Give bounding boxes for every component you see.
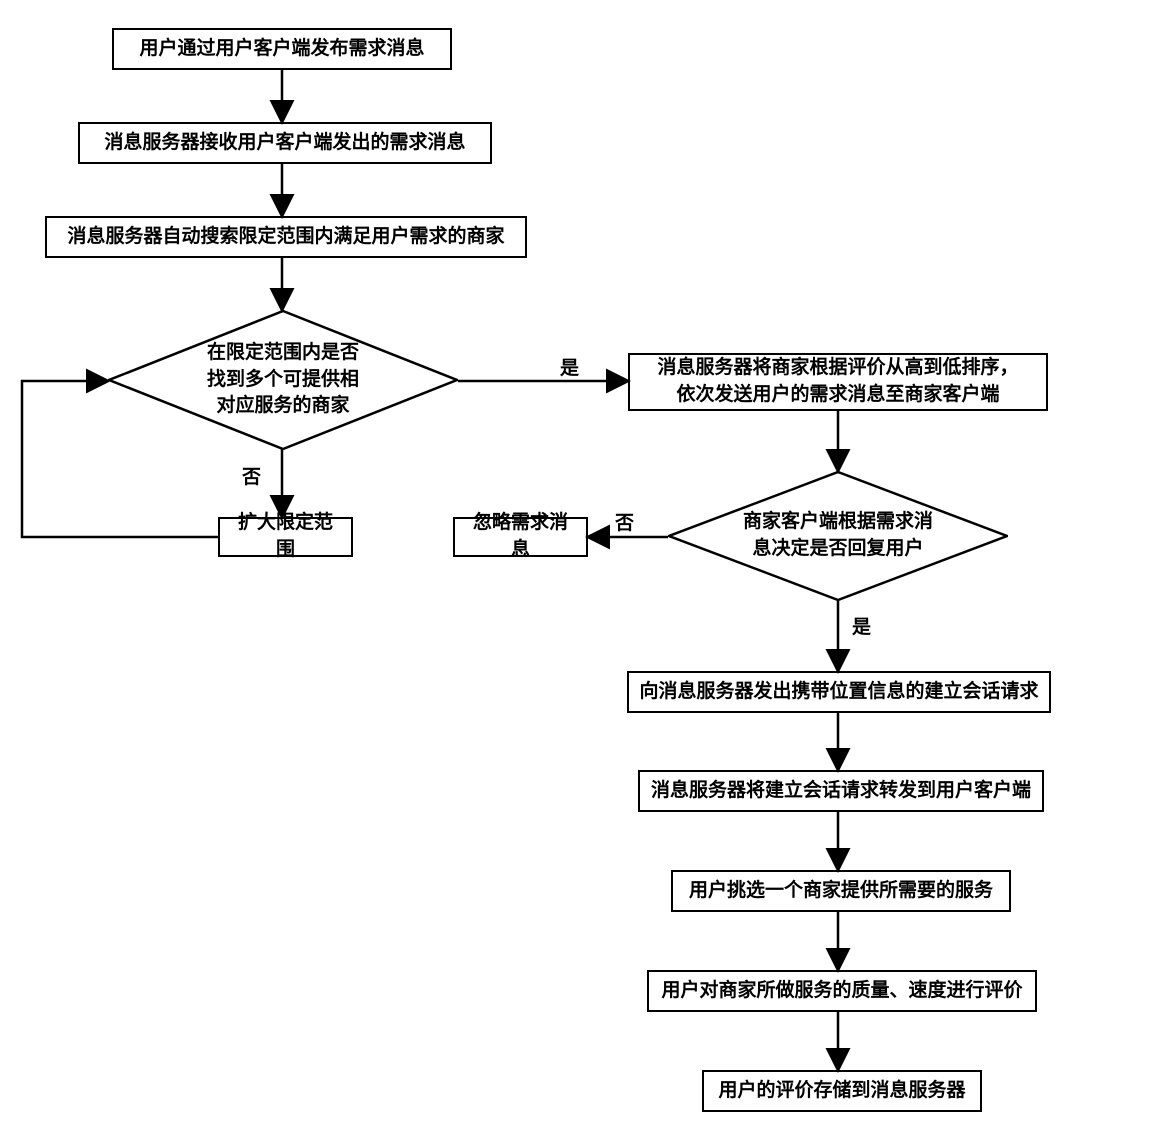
box-expand-range: 扩大限定范围 xyxy=(218,517,353,557)
text-n7: 向消息服务器发出携带位置信息的建立会话请求 xyxy=(639,679,1038,706)
box-sort-send: 消息服务器将商家根据评价从高到低排序， 依次发送用户的需求消息至商家客户端 xyxy=(628,353,1048,411)
text-n8: 消息服务器将建立会话请求转发到用户客户端 xyxy=(651,778,1031,805)
text-n6: 忽略需求消息 xyxy=(465,510,576,563)
label-d1-no: 否 xyxy=(242,462,261,489)
box-server-search: 消息服务器自动搜索限定范围内满足用户需求的商家 xyxy=(45,216,527,258)
label-d2-no: 否 xyxy=(615,508,634,535)
diamond-reply: 商家客户端根据需求消 息决定是否回复用户 xyxy=(668,471,1008,601)
box-session-request: 向消息服务器发出携带位置信息的建立会话请求 xyxy=(627,671,1051,713)
diamond-found-merchants: 在限定范围内是否 找到多个可提供相 对应服务的商家 xyxy=(108,310,458,450)
text-n10: 用户对商家所做服务的质量、速度进行评价 xyxy=(661,978,1022,1005)
text-n1: 用户通过用户客户端发布需求消息 xyxy=(139,36,424,63)
text-n5: 消息服务器将商家根据评价从高到低排序， 依次发送用户的需求消息至商家客户端 xyxy=(657,355,1018,408)
box-ignore: 忽略需求消息 xyxy=(453,517,588,557)
box-store-rating: 用户的评价存储到消息服务器 xyxy=(702,1070,982,1112)
text-d2: 商家客户端根据需求消 息决定是否回复用户 xyxy=(743,509,933,562)
box-user-pick: 用户挑选一个商家提供所需要的服务 xyxy=(671,870,1011,912)
box-user-publish: 用户通过用户客户端发布需求消息 xyxy=(112,28,452,70)
text-n2: 消息服务器接收用户客户端发出的需求消息 xyxy=(104,130,465,157)
box-server-receive: 消息服务器接收用户客户端发出的需求消息 xyxy=(78,122,492,164)
text-n3: 消息服务器自动搜索限定范围内满足用户需求的商家 xyxy=(67,224,504,251)
box-user-rate: 用户对商家所做服务的质量、速度进行评价 xyxy=(647,970,1037,1012)
label-d2-yes: 是 xyxy=(852,612,871,639)
text-n11: 用户的评价存储到消息服务器 xyxy=(718,1078,965,1105)
text-n4: 扩大限定范围 xyxy=(230,510,341,563)
label-d1-yes: 是 xyxy=(560,353,579,380)
text-n9: 用户挑选一个商家提供所需要的服务 xyxy=(689,878,993,905)
box-forward-request: 消息服务器将建立会话请求转发到用户客户端 xyxy=(638,770,1044,812)
text-d1: 在限定范围内是否 找到多个可提供相 对应服务的商家 xyxy=(207,340,359,420)
